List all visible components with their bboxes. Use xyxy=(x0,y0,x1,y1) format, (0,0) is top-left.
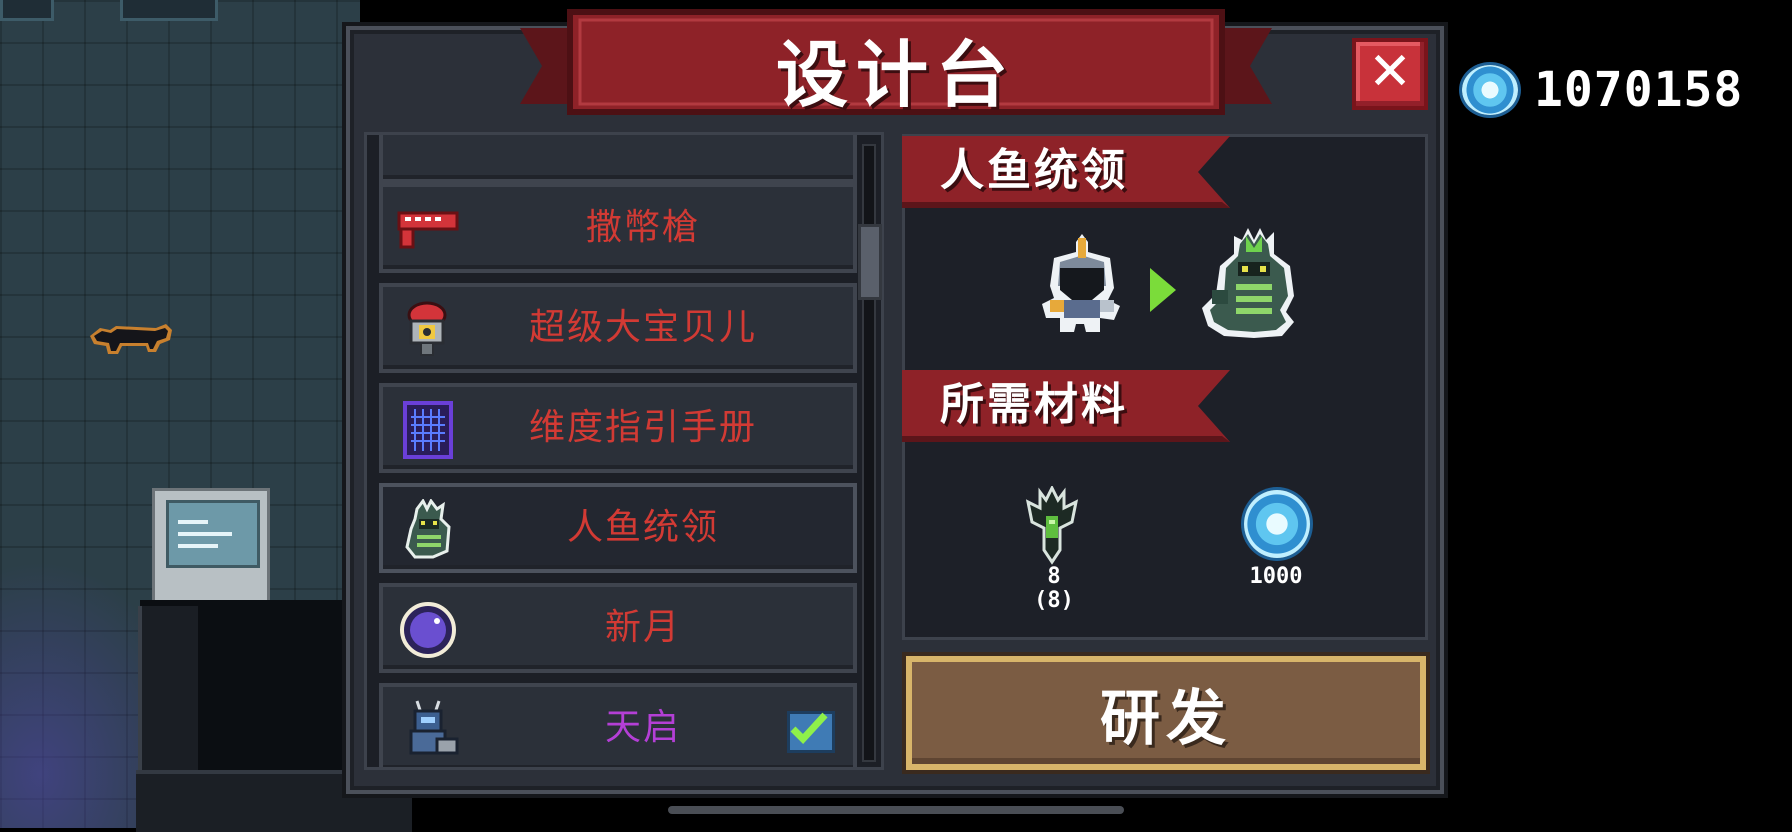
computer-terminal[interactable] xyxy=(152,488,272,608)
list-item-label: 天启 xyxy=(604,707,681,748)
item-name: 人鱼统领 xyxy=(940,145,1128,196)
close-icon: ✕ xyxy=(1368,42,1412,102)
list-item-apocalypse[interactable]: 天启 xyxy=(379,683,857,767)
grid-book-icon xyxy=(403,401,453,459)
arrow-right-icon xyxy=(1150,268,1176,312)
list-item-crescent[interactable]: 新月 xyxy=(379,583,857,673)
material-amount: 1000 xyxy=(1249,564,1303,589)
list-item-super-baby[interactable]: 超级大宝贝儿 xyxy=(379,283,857,373)
list-item-label: 撒幣槍 xyxy=(585,207,700,248)
list-item-merman-leader[interactable]: 人鱼统领 xyxy=(379,483,857,573)
page-title: 设计台 xyxy=(775,33,1016,117)
list-item-dimension-manual[interactable]: 维度指引手册 xyxy=(379,383,857,473)
materials-heading: 所需材料 xyxy=(940,379,1128,430)
gem-icon xyxy=(1462,65,1518,115)
trident-part-icon xyxy=(1025,486,1079,565)
material-amount: 8 xyxy=(1047,564,1061,589)
research-button-label: 研发 xyxy=(1100,683,1232,754)
currency-display: 1070158 xyxy=(1462,60,1743,120)
list-scroll-area[interactable]: 撒幣槍 超级大宝贝儿 维度指引手册 人鱼统领 新月 天启 xyxy=(373,135,861,767)
list-item-label: 人鱼统领 xyxy=(566,507,719,548)
list-item-coin-gun[interactable]: 撒幣槍 xyxy=(379,183,857,273)
title-banner: 设计台 xyxy=(520,6,1272,124)
crescent-orb-icon xyxy=(400,602,456,658)
nuke-bomb-icon xyxy=(407,301,447,356)
scrollbar-thumb[interactable] xyxy=(858,224,882,300)
wall-tiles xyxy=(0,0,230,22)
check-icon xyxy=(787,711,835,753)
merman-icon xyxy=(405,499,451,559)
home-indicator[interactable] xyxy=(668,806,1124,814)
cat-pet-icon[interactable] xyxy=(86,318,174,358)
list-item[interactable] xyxy=(379,135,857,183)
red-gun-icon xyxy=(397,211,459,249)
gem-icon xyxy=(1244,490,1310,558)
currency-value: 1070158 xyxy=(1534,62,1744,118)
mech-soldier-icon xyxy=(409,700,459,755)
list-item-label: 新月 xyxy=(604,607,681,648)
list-item-label: 超级大宝贝儿 xyxy=(528,307,757,348)
knight-icon xyxy=(1042,234,1120,332)
blueprint-list[interactable]: 撒幣槍 超级大宝贝儿 维度指引手册 人鱼统领 新月 天启 xyxy=(364,132,884,770)
list-item-label xyxy=(473,135,813,179)
item-name-ribbon: 人鱼统领 xyxy=(902,136,1230,210)
close-button[interactable]: ✕ xyxy=(1352,38,1428,110)
merman-icon xyxy=(1202,228,1294,338)
list-item-label: 维度指引手册 xyxy=(528,407,757,448)
research-button[interactable]: 研发 xyxy=(906,656,1426,770)
materials-ribbon: 所需材料 xyxy=(902,370,1230,444)
material-owned: (8) xyxy=(1034,588,1074,613)
